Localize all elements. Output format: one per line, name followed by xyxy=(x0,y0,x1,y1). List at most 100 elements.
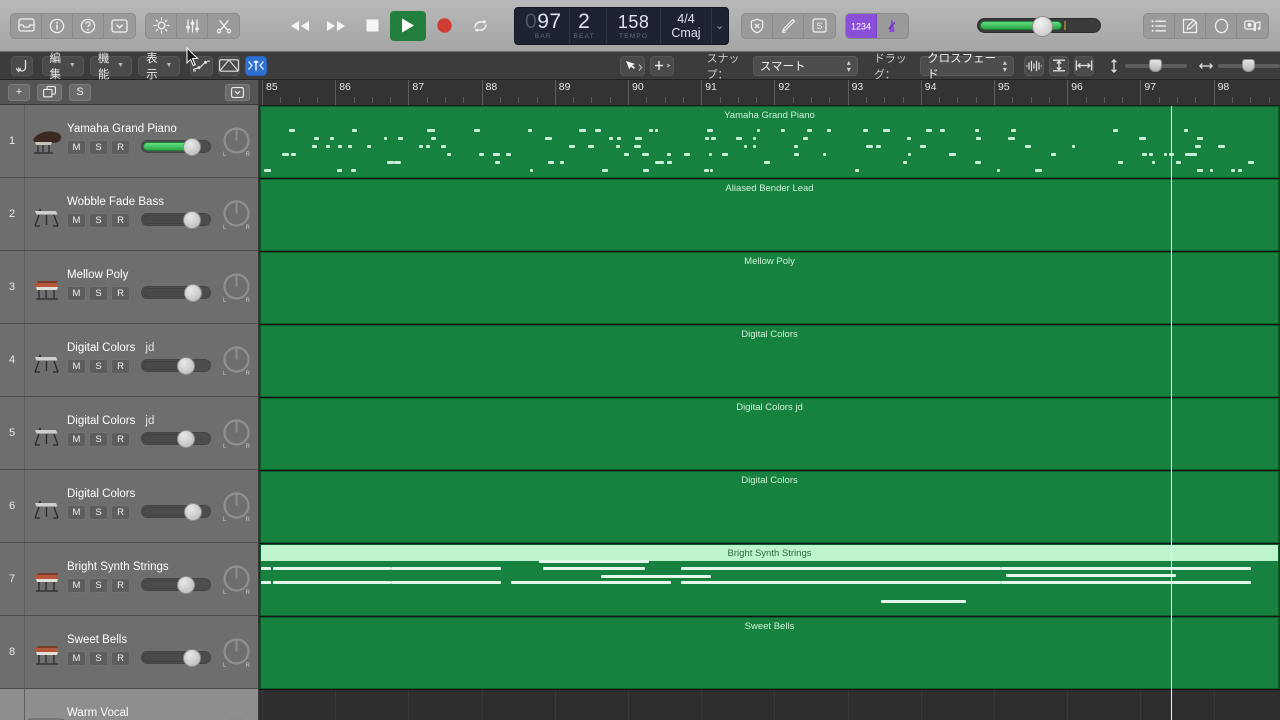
track-volume-fader[interactable] xyxy=(141,357,211,375)
record-enable-button[interactable]: R xyxy=(111,432,130,447)
track-pan-knob[interactable]: LR xyxy=(223,419,250,450)
list-editors-icon[interactable] xyxy=(1144,13,1175,38)
smart-controls-icon[interactable] xyxy=(146,13,177,38)
fader-icon[interactable] xyxy=(25,705,67,720)
duplicate-track-button[interactable] xyxy=(37,83,62,101)
track-pan-knob[interactable]: LR xyxy=(223,638,250,669)
configure-header-button[interactable] xyxy=(225,83,250,101)
track-name[interactable]: Bright Synth Strings xyxy=(67,561,169,573)
track-name[interactable]: Digital Colors jd xyxy=(67,342,154,354)
track-lane[interactable]: Digital Colors xyxy=(259,471,1280,544)
track-pan-knob[interactable]: LR xyxy=(223,127,250,158)
record-enable-button[interactable]: R xyxy=(111,286,130,301)
solo-button[interactable]: S xyxy=(89,286,108,301)
midi-region[interactable]: Aliased Bender Lead xyxy=(260,179,1279,251)
notes-icon[interactable] xyxy=(1175,13,1206,38)
lcd-display[interactable]: 097 BAR 2 BEAT 158 TEMPO 4/4 Cmaj ⌄ xyxy=(514,6,729,45)
track-header-row[interactable]: 9Warm VocalMSRLR xyxy=(0,689,258,720)
loop-browser-icon[interactable] xyxy=(1206,13,1237,38)
mute-button[interactable]: M xyxy=(67,213,86,228)
track-lane[interactable]: Digital Colors xyxy=(259,325,1280,398)
master-volume-knob[interactable] xyxy=(1031,16,1053,37)
track-lane[interactable]: Yamaha Grand Piano xyxy=(259,106,1280,179)
metronome-icon[interactable] xyxy=(877,14,908,38)
solo-button[interactable]: S xyxy=(89,140,108,155)
solo-button[interactable]: S xyxy=(89,651,108,666)
mute-button[interactable]: M xyxy=(67,505,86,520)
track-pan-knob[interactable]: LR xyxy=(223,200,250,231)
mute-button[interactable]: M xyxy=(67,578,86,593)
fader-knob[interactable] xyxy=(177,576,196,594)
vertical-zoom-knob[interactable] xyxy=(1149,58,1163,72)
cycle-button[interactable] xyxy=(462,11,498,41)
rewind-button[interactable] xyxy=(282,11,318,41)
pencil-tune-icon[interactable] xyxy=(773,13,804,38)
track-volume-fader[interactable] xyxy=(141,211,211,229)
stop-button[interactable] xyxy=(354,11,390,41)
mute-button[interactable]: M xyxy=(67,432,86,447)
track-volume-fader[interactable] xyxy=(141,576,211,594)
track-header-row[interactable]: 5 Digital Colors jd M S R L R xyxy=(0,397,258,470)
midi-region[interactable]: Digital Colors xyxy=(260,471,1279,543)
track-header-row[interactable]: 8 Sweet Bells M S R L R xyxy=(0,616,258,689)
synth-keyboard-icon[interactable] xyxy=(25,340,67,380)
lcd-tempo-cell[interactable]: 158 TEMPO xyxy=(607,7,662,44)
track-pan-knob[interactable]: LR xyxy=(223,711,250,720)
track-lane[interactable]: Sweet Bells xyxy=(259,617,1280,690)
solo-button[interactable]: S xyxy=(89,578,108,593)
waveform-zoom-icon[interactable] xyxy=(1023,55,1044,76)
track-pan-knob[interactable]: LR xyxy=(223,273,250,304)
count-in-icon[interactable]: 1234 xyxy=(845,13,877,38)
mixer-icon[interactable] xyxy=(177,13,208,38)
mute-button[interactable]: M xyxy=(67,286,86,301)
track-pan-knob[interactable]: LR xyxy=(223,492,250,523)
lcd-bar-cell[interactable]: 097 BAR xyxy=(515,7,570,44)
midi-region[interactable]: Mellow Poly xyxy=(260,252,1279,324)
record-enable-button[interactable]: R xyxy=(111,359,130,374)
record-enable-button[interactable]: R xyxy=(111,578,130,593)
mute-button[interactable]: M xyxy=(67,140,86,155)
master-volume-slider[interactable] xyxy=(976,16,1101,37)
record-button[interactable] xyxy=(426,11,462,41)
track-lane[interactable] xyxy=(259,690,1280,720)
horizontal-zoom-track[interactable] xyxy=(1218,58,1280,72)
fader-knob[interactable] xyxy=(177,430,196,448)
organ-icon[interactable] xyxy=(25,632,67,672)
solo-button[interactable]: S xyxy=(89,359,108,374)
record-enable-button[interactable]: R xyxy=(111,140,130,155)
fader-knob[interactable] xyxy=(182,211,201,229)
track-volume-fader[interactable] xyxy=(141,138,211,156)
record-enable-button[interactable]: R xyxy=(111,505,130,520)
midi-region[interactable]: Digital Colors jd xyxy=(260,398,1279,470)
pointer-tool[interactable] xyxy=(620,55,645,76)
synth-keyboard-icon[interactable] xyxy=(25,413,67,453)
solo-button[interactable]: S xyxy=(69,83,91,101)
vertical-zoom-slider[interactable] xyxy=(1108,58,1188,73)
midi-region[interactable]: Bright Synth Strings xyxy=(260,544,1279,616)
forward-button[interactable] xyxy=(318,11,354,41)
synth-keyboard-icon[interactable] xyxy=(25,486,67,526)
fader-knob[interactable] xyxy=(182,138,201,156)
grand-piano-icon[interactable] xyxy=(25,121,67,161)
midi-region[interactable]: Yamaha Grand Piano xyxy=(260,106,1279,178)
low-latency-icon[interactable] xyxy=(742,13,773,38)
snap-select[interactable]: スマート ▴ ▾ xyxy=(752,55,858,76)
editors-icon[interactable] xyxy=(208,14,239,38)
track-name[interactable]: Wobble Fade Bass xyxy=(67,196,164,208)
flex-icon[interactable] xyxy=(190,55,213,76)
organ-icon[interactable] xyxy=(25,267,67,307)
play-button[interactable] xyxy=(390,10,426,41)
fader-knob[interactable] xyxy=(182,649,201,667)
track-volume-fader[interactable] xyxy=(141,430,211,448)
track-lane[interactable]: Mellow Poly xyxy=(259,252,1280,325)
track-header-row[interactable]: 2 Wobble Fade Bass M S R L R xyxy=(0,178,258,251)
drag-select[interactable]: クロスフェード ▴ ▾ xyxy=(920,53,1014,81)
menu-edit[interactable]: 編集 ▼ xyxy=(41,53,84,81)
toolbar-toggle-icon[interactable] xyxy=(104,14,135,38)
organ-icon[interactable] xyxy=(25,559,67,599)
record-enable-button[interactable]: R xyxy=(111,213,130,228)
menu-functions[interactable]: 機能 ▼ xyxy=(89,53,133,81)
horizontal-zoom-knob[interactable] xyxy=(1242,58,1256,72)
synth-keyboard-icon[interactable] xyxy=(25,194,67,234)
track-header-row[interactable]: 4 Digital Colors jd M S R L R xyxy=(0,324,258,397)
